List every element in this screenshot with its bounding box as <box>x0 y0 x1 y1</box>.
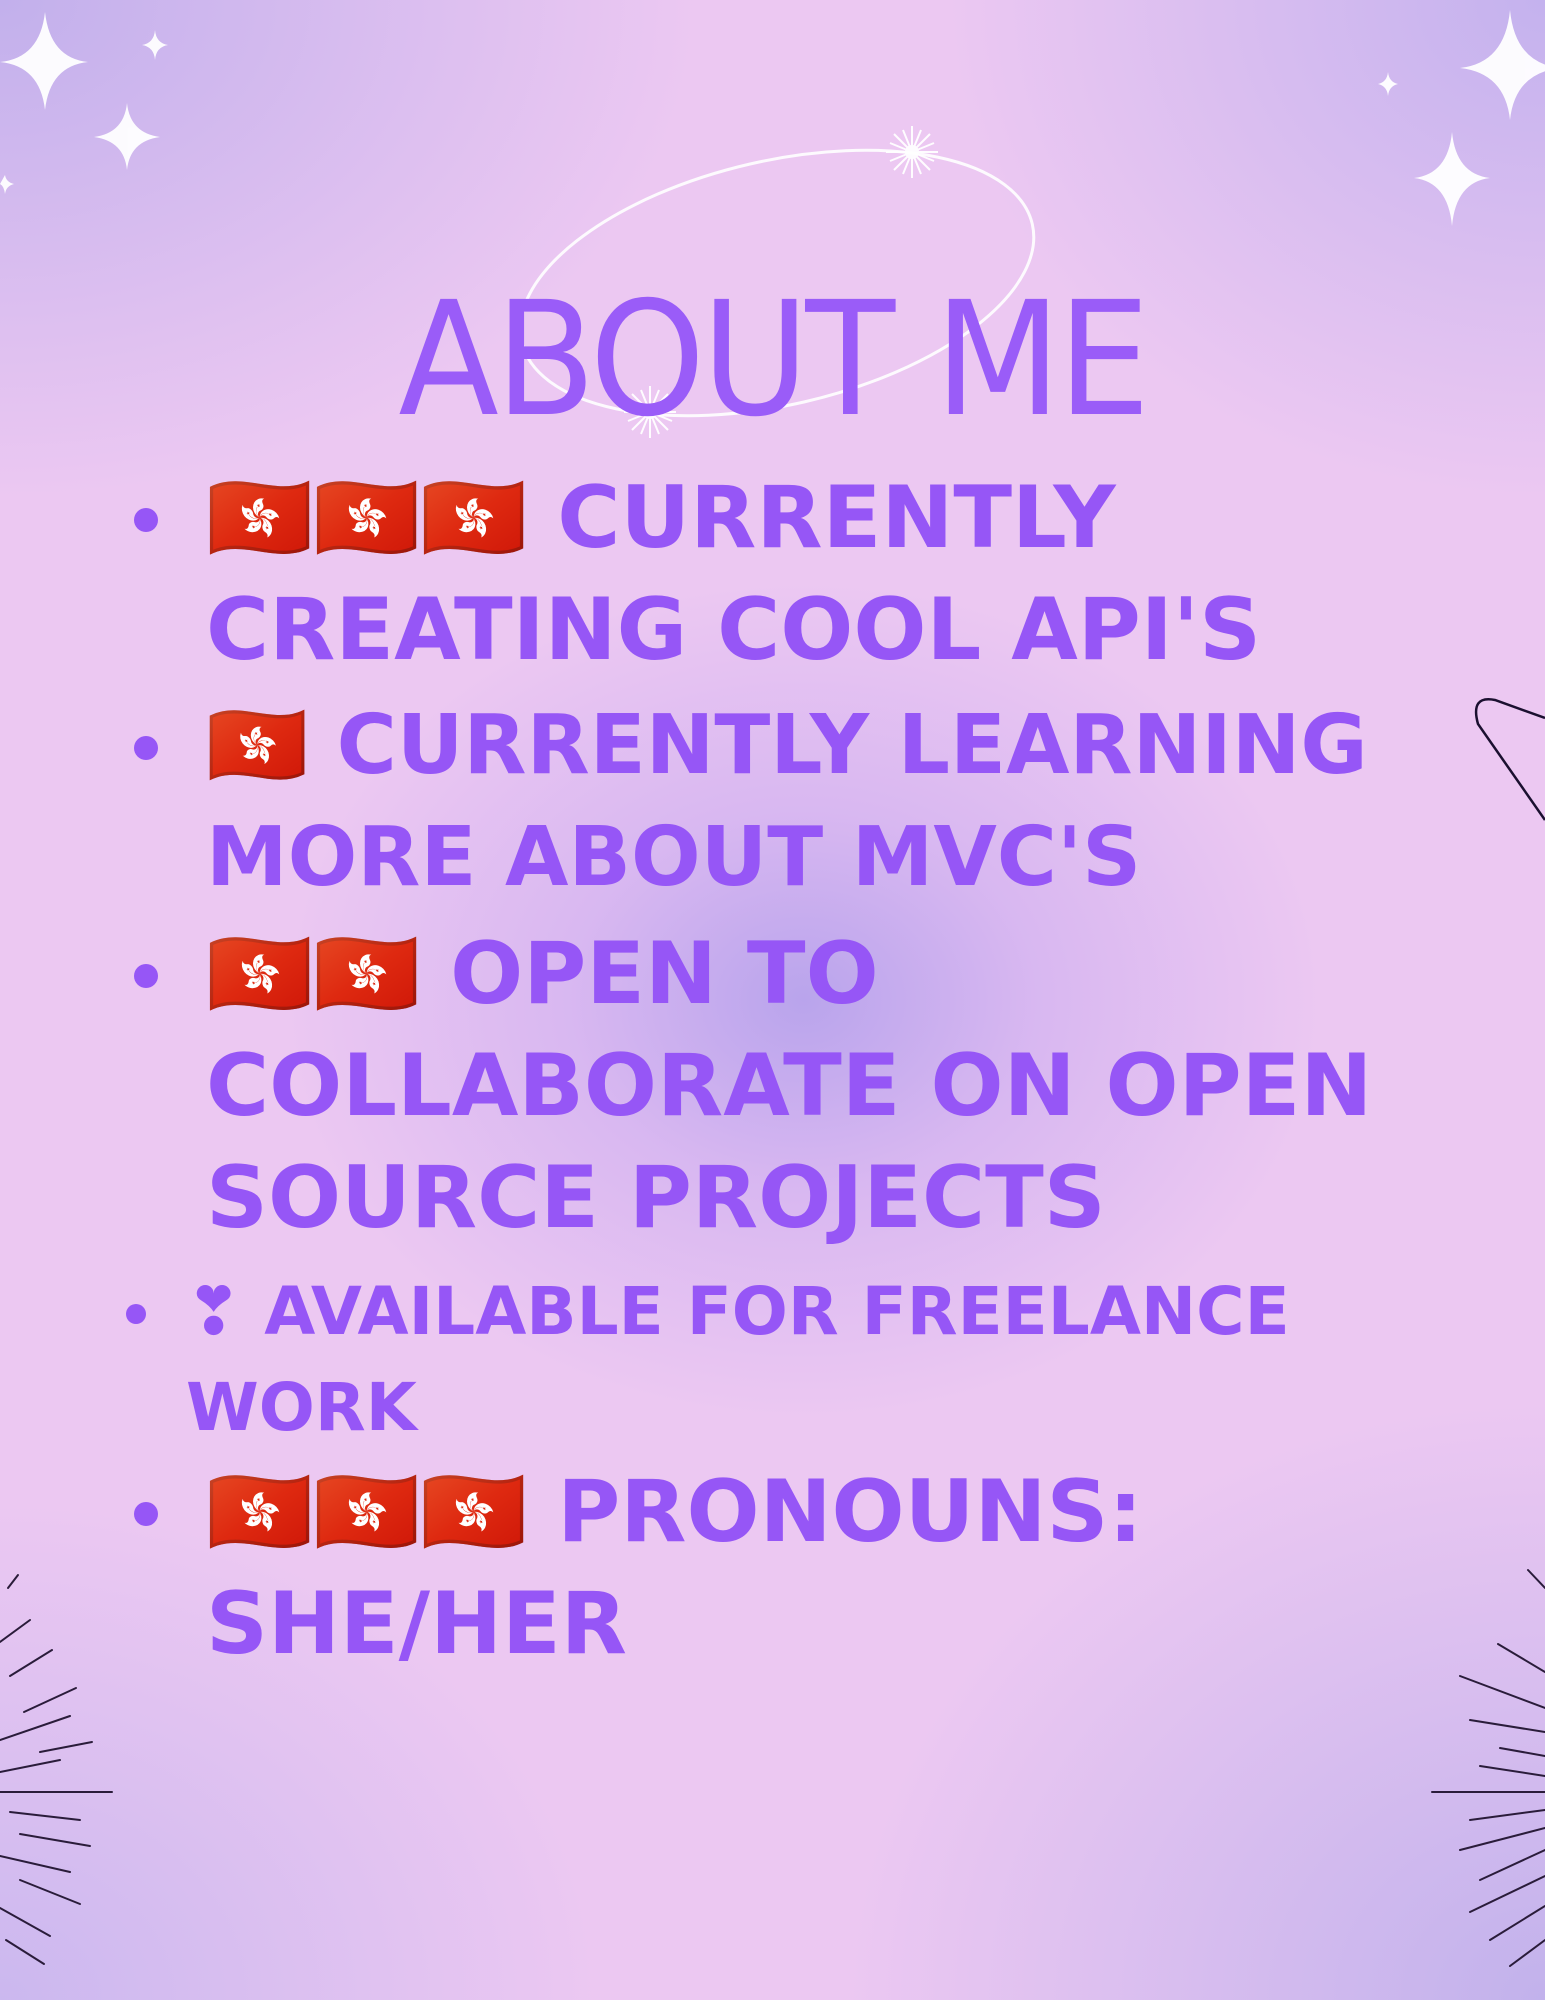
list-item-line: WORK <box>186 1369 417 1446</box>
list-item: 🇭🇰🇭🇰🇭🇰 CURRENTLY CREATING COOL API'S <box>134 462 1262 686</box>
list-item-line: 🇭🇰🇭🇰🇭🇰 CURRENTLY <box>206 468 1116 568</box>
list-item: ❣ AVAILABLE FOR FREELANCE WORK <box>126 1264 1290 1456</box>
heart-emoji: ❣ <box>186 1273 242 1350</box>
list-item-line: 🇭🇰🇭🇰🇭🇰 PRONOUNS: <box>206 1462 1143 1562</box>
list-item: 🇭🇰🇭🇰🇭🇰 PRONOUNS: SHE/HER <box>134 1456 1143 1680</box>
list-item-line: ❣ AVAILABLE FOR FREELANCE <box>186 1273 1290 1350</box>
flag-emoji: 🇭🇰🇭🇰 <box>206 924 421 1024</box>
bullet-icon <box>134 736 158 760</box>
bullet-icon <box>134 1502 158 1526</box>
list-item: 🇭🇰🇭🇰 OPEN TO COLLABORATE ON OPEN SOURCE … <box>134 918 1373 1254</box>
list-item-line: CREATING COOL API'S <box>206 580 1262 680</box>
flag-emoji: 🇭🇰🇭🇰🇭🇰 <box>206 468 528 568</box>
list-item-line: SOURCE PROJECTS <box>206 1148 1106 1248</box>
bullet-icon <box>126 1304 146 1324</box>
bullet-icon <box>134 964 158 988</box>
flag-emoji: 🇭🇰 <box>206 698 309 793</box>
list-item-line: 🇭🇰 CURRENTLY LEARNING <box>206 698 1368 793</box>
list-item-line: SHE/HER <box>206 1574 628 1674</box>
list-item: 🇭🇰 CURRENTLY LEARNING MORE ABOUT MVC'S <box>134 690 1368 914</box>
list-item-line: COLLABORATE ON OPEN <box>206 1036 1373 1136</box>
list-item-line: MORE ABOUT MVC'S <box>206 810 1142 905</box>
list-item-line: 🇭🇰🇭🇰 OPEN TO <box>206 924 879 1024</box>
about-list: 🇭🇰🇭🇰🇭🇰 CURRENTLY CREATING COOL API'S 🇭🇰 … <box>0 0 1545 2000</box>
bullet-icon <box>134 508 158 532</box>
flag-emoji: 🇭🇰🇭🇰🇭🇰 <box>206 1462 528 1562</box>
